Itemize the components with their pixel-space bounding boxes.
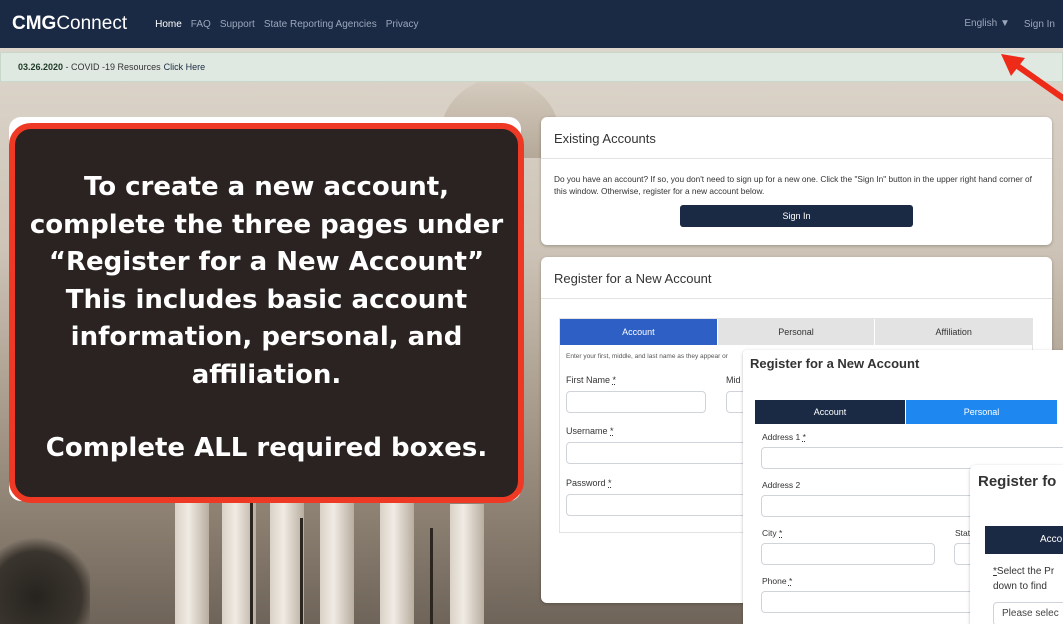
phone-label: Phone *	[762, 576, 792, 586]
required-marker: *	[610, 426, 614, 436]
address1-label-text: Address 1	[762, 432, 801, 442]
callout-line: affiliation.	[191, 359, 342, 390]
first-name-input[interactable]	[566, 391, 706, 413]
middle-name-label: Mid	[726, 375, 741, 385]
tab-account-2[interactable]: Account	[755, 400, 906, 424]
address2-label: Address 2	[762, 480, 801, 490]
callout-line: “Register for a New Account”	[48, 247, 485, 277]
nav-links: Home FAQ Support State Reporting Agencie…	[155, 19, 418, 30]
username-label: Username *	[566, 426, 614, 436]
existing-accounts-body: Do you have an account? If so, you don't…	[541, 159, 1052, 241]
background-column	[270, 494, 304, 624]
background-lamppost	[430, 528, 433, 624]
state-label: Stat	[955, 528, 971, 538]
language-dropdown[interactable]: English ▼	[964, 18, 1010, 29]
required-marker: *	[779, 528, 783, 538]
callout-main-text: To create a new account, complete the th…	[15, 169, 518, 394]
city-label: City *	[762, 528, 782, 538]
tab-personal-2[interactable]: Personal	[906, 400, 1058, 424]
nav-link-privacy[interactable]: Privacy	[386, 19, 419, 30]
register-personal-title: Register for a New Account	[750, 356, 920, 371]
sign-in-link[interactable]: Sign In	[1024, 19, 1055, 30]
username-label-text: Username	[566, 426, 608, 436]
instruction-callout: To create a new account, complete the th…	[9, 123, 524, 503]
background-lamppost	[250, 503, 253, 624]
password-label: Password *	[566, 478, 612, 488]
sign-in-button[interactable]: Sign In	[680, 205, 913, 228]
affiliation-instruction: *Select the Pr down to find	[993, 564, 1054, 594]
covid-banner: 03.26.2020 - COVID -19 Resources Click H…	[0, 52, 1063, 82]
banner-text: - COVID -19 Resources	[63, 62, 161, 72]
tab-account-3[interactable]: Acco	[985, 526, 1063, 554]
language-label: English	[964, 18, 998, 30]
nav-link-home[interactable]: Home	[155, 19, 182, 30]
callout-line: To create a new account,	[83, 172, 450, 202]
red-arrow-icon	[1001, 54, 1063, 101]
register-title: Register for a New Account	[541, 257, 1052, 299]
city-input[interactable]	[761, 543, 935, 565]
phone-label-text: Phone	[762, 576, 787, 586]
first-name-label: First Name *	[566, 375, 616, 385]
background-tree	[0, 534, 90, 624]
nav-link-support[interactable]: Support	[220, 19, 255, 30]
background-column	[450, 504, 484, 624]
brand-logo[interactable]: CMGConnect	[12, 13, 127, 35]
affiliation-select[interactable]: Please selec	[993, 602, 1063, 624]
required-marker: *	[788, 576, 793, 586]
tab-personal[interactable]: Personal	[717, 319, 876, 345]
required-marker: *	[612, 375, 617, 385]
first-name-label-text: First Name	[566, 375, 611, 385]
background-column	[175, 484, 209, 624]
existing-accounts-text: Do you have an account? If so, you don't…	[554, 174, 1032, 197]
callout-line: complete the three pages under	[29, 209, 504, 240]
brand-rest: Connect	[56, 13, 128, 34]
password-label-text: Password	[566, 478, 606, 488]
tab-account[interactable]: Account	[560, 319, 718, 345]
username-input[interactable]	[566, 442, 766, 464]
top-navbar: CMGConnect Home FAQ Support State Report…	[0, 0, 1063, 48]
background-lamppost	[300, 518, 303, 624]
brand-bold: CMG	[12, 13, 57, 34]
nav-link-state-reporting-agencies[interactable]: State Reporting Agencies	[264, 19, 377, 30]
existing-accounts-title: Existing Accounts	[541, 117, 1052, 159]
password-input[interactable]	[566, 494, 766, 516]
callout-line: information, personal, and	[70, 322, 463, 352]
register-affiliation-title: Register fo	[978, 473, 1057, 490]
tab-affiliation[interactable]: Affiliation	[875, 319, 1033, 345]
affiliation-instruction-line1: Select the Pr	[996, 566, 1055, 577]
background-column	[380, 489, 414, 624]
banner-date: 03.26.2020	[18, 62, 64, 72]
city-label-text: City	[762, 528, 777, 538]
affiliation-instruction-line2: down to find	[993, 581, 1047, 592]
banner-click-here-link[interactable]: Click Here	[164, 62, 206, 72]
existing-accounts-card: Existing Accounts Do you have an account…	[541, 117, 1052, 245]
register-personal-tabs: Account Personal	[755, 400, 1063, 424]
callout-line: This includes basic account	[65, 284, 468, 315]
caret-down-icon: ▼	[999, 18, 1010, 30]
required-marker: *	[608, 478, 612, 488]
register-tabs: Account Personal Affiliation	[560, 319, 1033, 345]
nav-right: English ▼ Sign In	[964, 0, 1055, 48]
register-card-affiliation: Register fo Acco *Select the Pr down to …	[970, 465, 1063, 624]
nav-link-faq[interactable]: FAQ	[191, 19, 211, 30]
name-instruction: Enter your first, middle, and last name …	[566, 353, 728, 360]
required-marker: *	[802, 432, 806, 442]
callout-sub-text: Complete ALL required boxes.	[45, 433, 488, 463]
address1-label: Address 1 *	[762, 432, 806, 442]
